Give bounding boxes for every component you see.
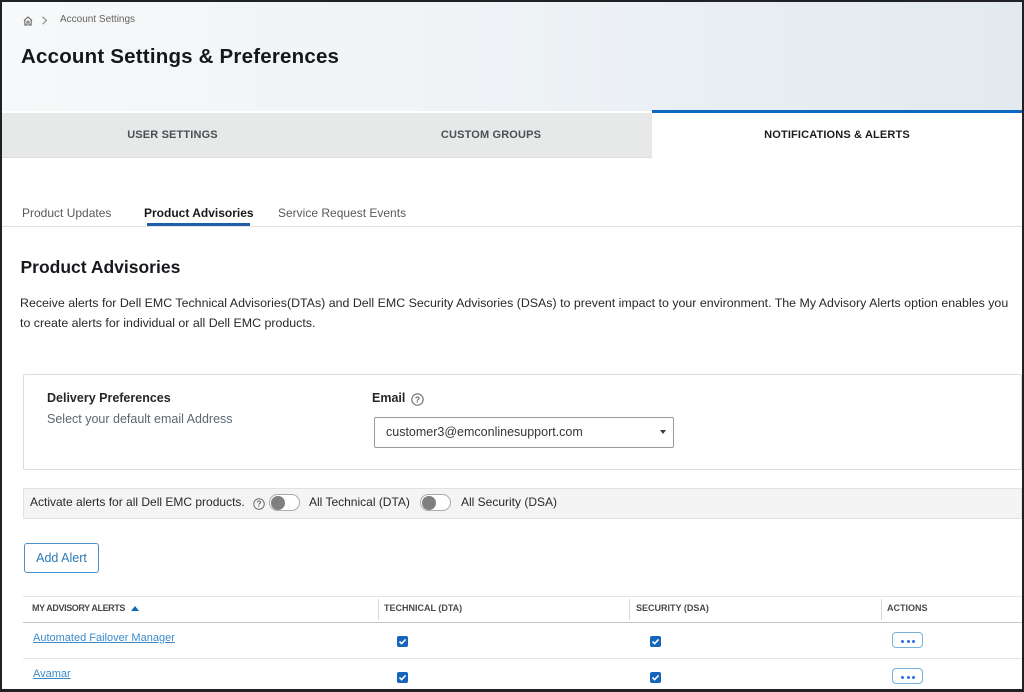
svg-text:?: ? [257, 500, 262, 509]
svg-text:?: ? [415, 394, 420, 404]
